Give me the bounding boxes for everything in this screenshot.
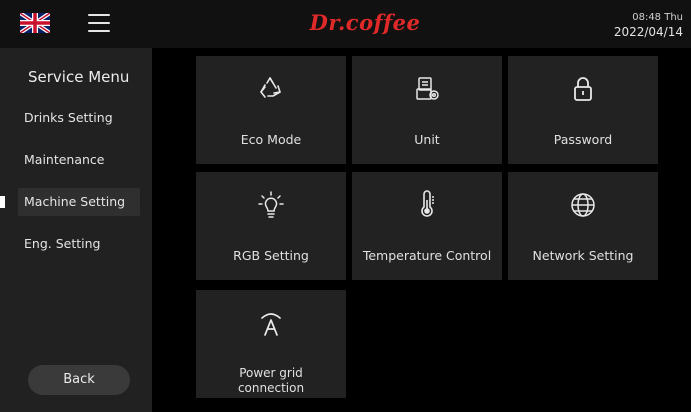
tile-power-grid-connection[interactable]: Power grid connection — [196, 290, 346, 398]
tile-label: Temperature Control — [362, 248, 492, 263]
thermometer-icon — [421, 190, 434, 217]
globe-icon — [571, 193, 595, 217]
tile-label: Password — [553, 132, 613, 147]
tile-label: Network Setting — [532, 248, 634, 263]
sidebar-title: Service Menu — [28, 68, 130, 86]
tile-network-setting[interactable]: Network Setting — [508, 172, 658, 280]
brand-logo: Dr.coffee — [309, 10, 421, 35]
clock: 08:48 Thu 2022/04/14 — [614, 10, 683, 40]
sidebar-item-drinks-setting[interactable]: Drinks Setting — [18, 104, 140, 132]
lock-icon — [574, 77, 592, 101]
top-bar: Dr.coffee 08:48 Thu 2022/04/14 — [0, 0, 691, 48]
tile-label: RGB Setting — [233, 248, 309, 263]
tile-label: Unit — [414, 132, 440, 147]
tile-eco-mode[interactable]: Eco Mode — [196, 56, 346, 164]
active-marker — [0, 196, 5, 208]
sidebar-item-maintenance[interactable]: Maintenance — [18, 146, 140, 174]
bulb-icon — [258, 191, 284, 218]
sidebar-item-eng-setting[interactable]: Eng. Setting — [18, 230, 140, 258]
unit-icon — [416, 77, 439, 100]
recycle-icon — [260, 77, 281, 98]
back-button[interactable]: Back — [28, 365, 130, 395]
tile-password[interactable]: Password — [508, 56, 658, 164]
sidebar-item-machine-setting[interactable]: Machine Setting — [18, 188, 140, 216]
tile-rgb-setting[interactable]: RGB Setting — [196, 172, 346, 280]
clock-date: 2022/04/14 — [613, 25, 683, 39]
tile-temperature-control[interactable]: Temperature Control — [352, 172, 502, 280]
clock-time: 08:48 Thu — [632, 12, 683, 23]
power-grid-icon — [261, 313, 281, 336]
tile-unit[interactable]: Unit — [352, 56, 502, 164]
tile-label: Eco Mode — [240, 132, 302, 147]
hamburger-menu-icon[interactable] — [88, 14, 110, 32]
sidebar: Service Menu Drinks Setting Maintenance … — [0, 48, 152, 412]
uk-flag-icon[interactable] — [20, 13, 50, 33]
tile-label: Power grid connection — [237, 366, 305, 395]
